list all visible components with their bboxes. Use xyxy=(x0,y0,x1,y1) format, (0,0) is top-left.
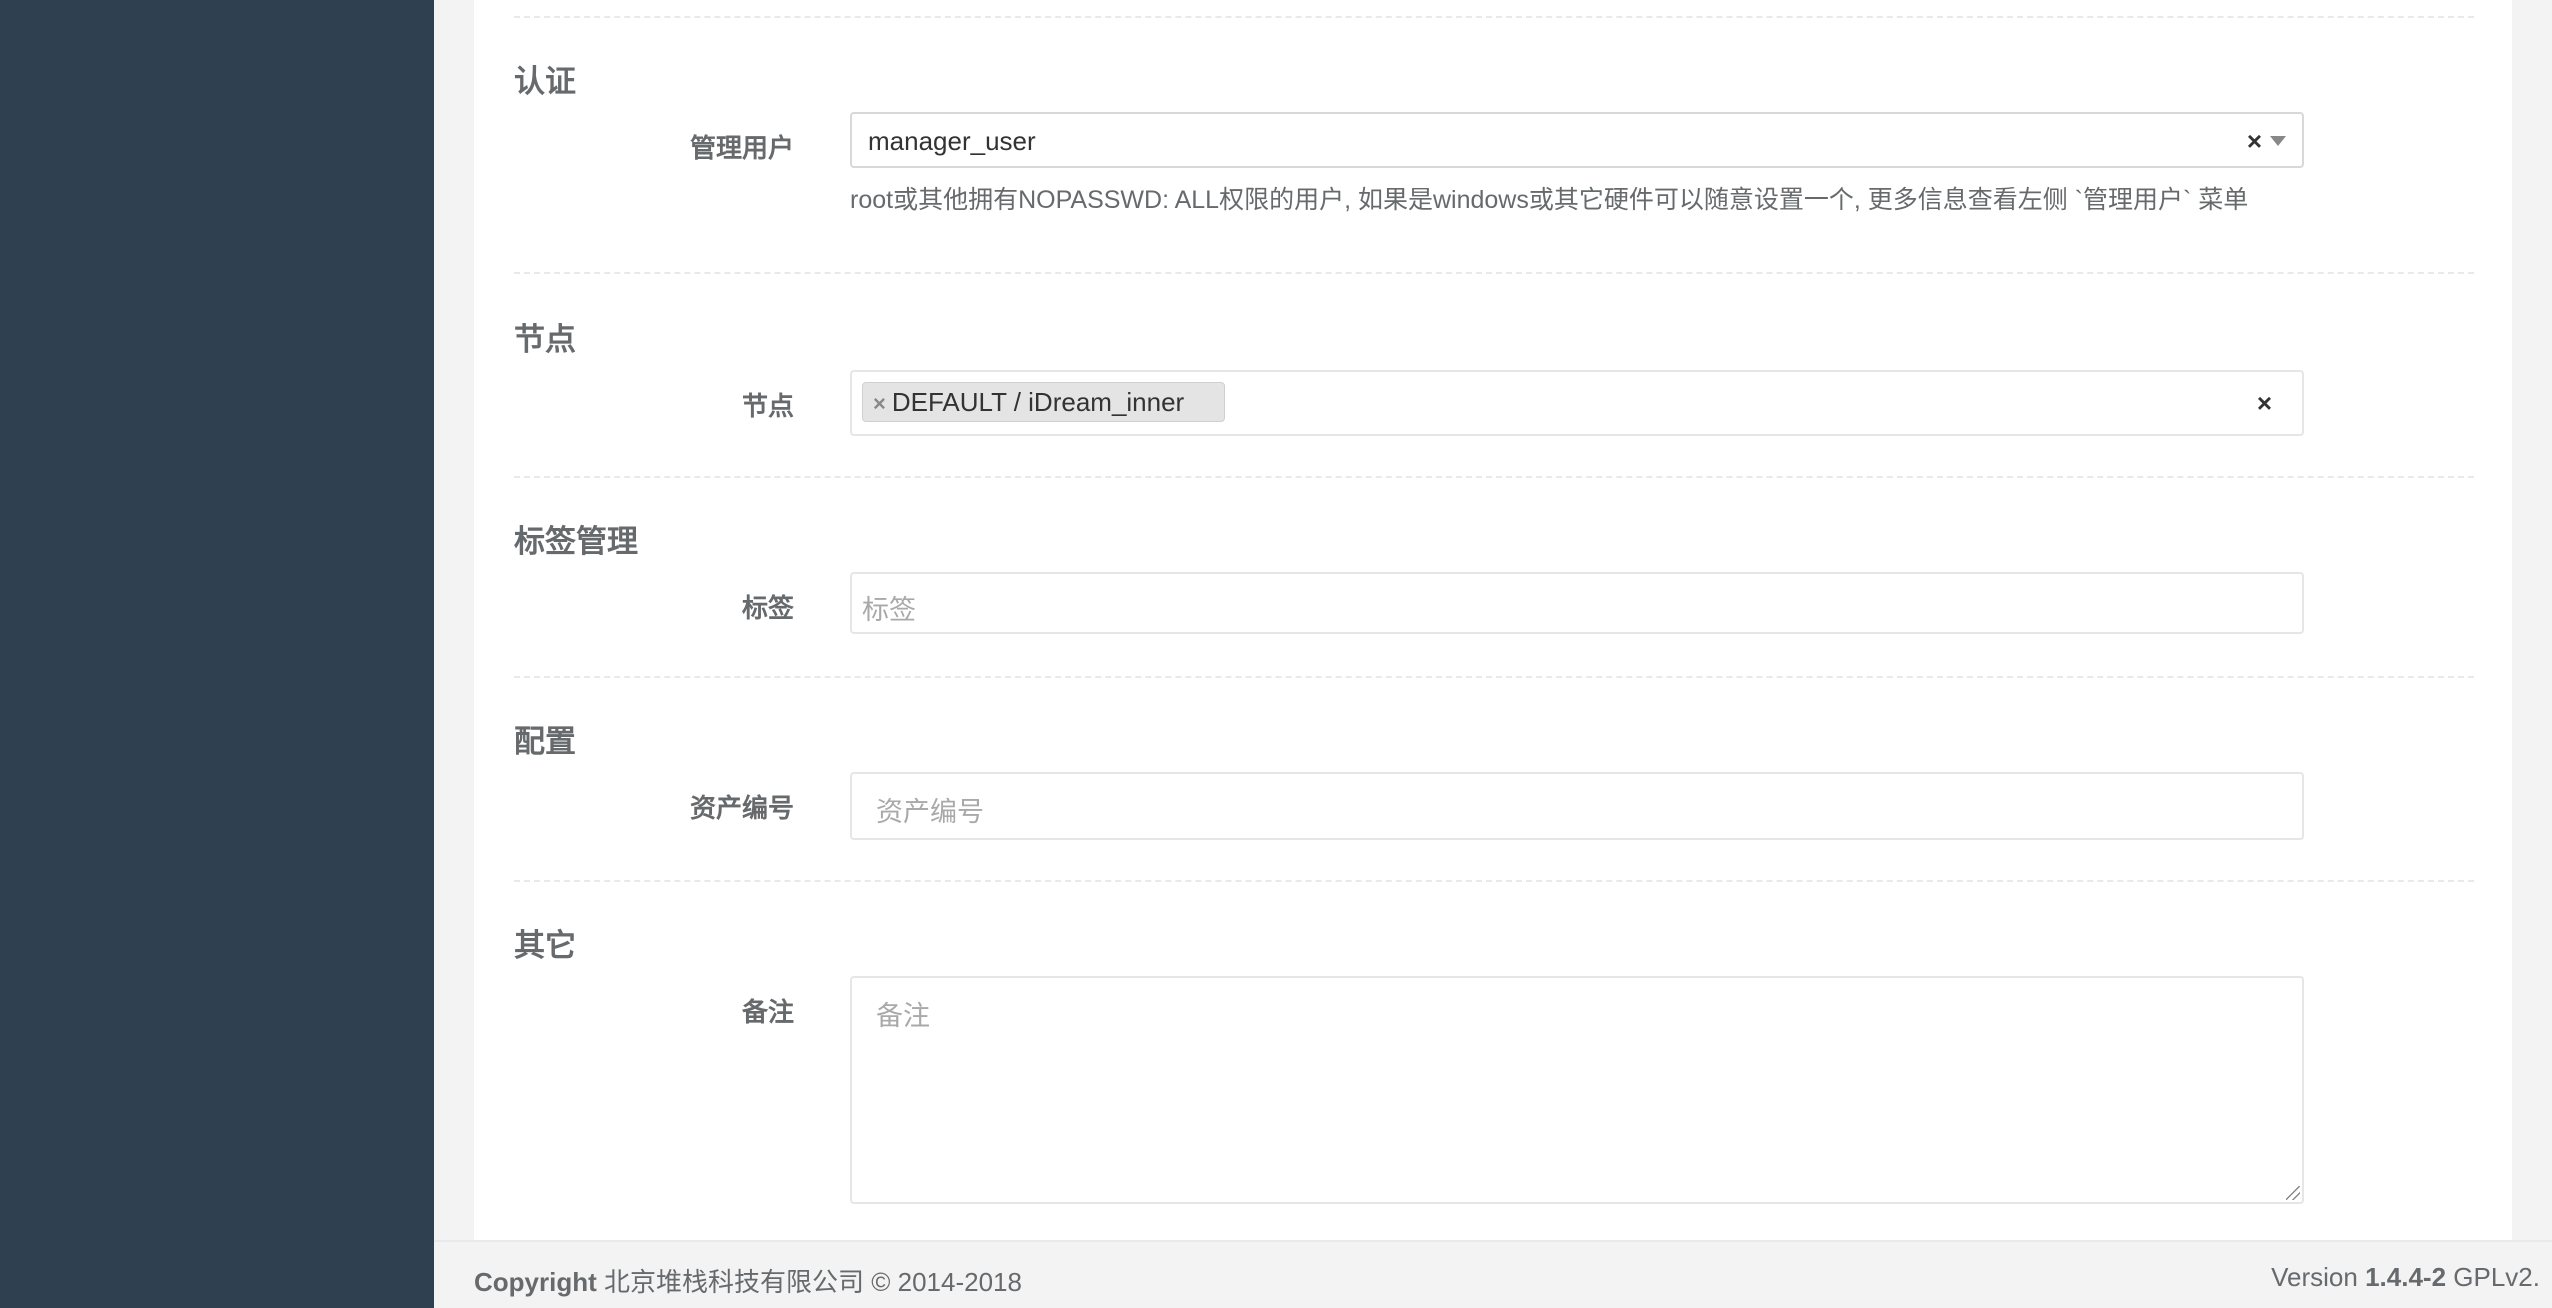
asset-number-input[interactable]: 资产编号 xyxy=(850,772,2304,840)
labels-placeholder: 标签 xyxy=(862,595,916,625)
tag-remove-icon[interactable]: × xyxy=(873,391,886,416)
nodes-multiselect[interactable]: × DEFAULT / iDream_inner × xyxy=(850,370,2304,436)
section-title-auth: 认证 xyxy=(514,64,576,99)
asset-number-placeholder: 资产编号 xyxy=(876,797,984,827)
sidebar xyxy=(0,0,434,1308)
admin-user-label: 管理用户 xyxy=(689,133,794,163)
node-tag-label: DEFAULT / iDream_inner xyxy=(891,387,1185,417)
license-text: GPLv2. xyxy=(2453,1262,2540,1292)
labels-select[interactable]: 标签 xyxy=(850,572,2304,634)
copyright-text: 北京堆栈科技有限公司 © 2014-2018 xyxy=(604,1267,1022,1297)
version-label: Version xyxy=(2271,1262,2358,1292)
clear-icon[interactable]: × xyxy=(2247,126,2262,157)
footer-copyright: Copyright 北京堆栈科技有限公司 © 2014-2018 xyxy=(474,1262,1022,1299)
section-title-labels: 标签管理 xyxy=(514,524,638,559)
section-divider xyxy=(514,272,2474,274)
section-title-other: 其它 xyxy=(514,928,576,963)
footer: Copyright 北京堆栈科技有限公司 © 2014-2018 Version… xyxy=(434,1240,2552,1308)
footer-version: Version 1.4.4-2 GPLv2. xyxy=(2271,1262,2540,1293)
section-divider xyxy=(514,676,2474,678)
clear-icon[interactable]: × xyxy=(2257,388,2272,419)
admin-user-value: manager_user xyxy=(868,126,1036,156)
asset-number-label: 资产编号 xyxy=(689,793,794,823)
remark-placeholder: 备注 xyxy=(876,1001,930,1031)
nodes-label: 节点 xyxy=(741,391,794,421)
section-divider xyxy=(514,16,2474,18)
form-panel: 认证 管理用户 manager_user × root或其他拥有NOPASSWD… xyxy=(474,0,2512,1240)
section-title-nodes: 节点 xyxy=(514,322,576,357)
remark-textarea[interactable]: 备注 xyxy=(850,976,2304,1204)
admin-user-help-text: root或其他拥有NOPASSWD: ALL权限的用户, 如果是windows或… xyxy=(850,186,2249,214)
labels-label: 标签 xyxy=(741,593,794,623)
version-number: 1.4.4-2 xyxy=(2365,1262,2447,1292)
section-title-config: 配置 xyxy=(514,724,576,759)
copyright-label: Copyright xyxy=(474,1267,597,1297)
resize-handle-icon[interactable] xyxy=(2286,1186,2300,1200)
section-divider xyxy=(514,880,2474,882)
admin-user-select[interactable]: manager_user × xyxy=(850,112,2304,168)
remark-label: 备注 xyxy=(741,997,794,1027)
node-tag: × DEFAULT / iDream_inner xyxy=(862,382,1226,422)
section-divider xyxy=(514,476,2474,478)
main-content: 认证 管理用户 manager_user × root或其他拥有NOPASSWD… xyxy=(434,0,2552,1240)
chevron-down-icon[interactable] xyxy=(2270,136,2286,146)
